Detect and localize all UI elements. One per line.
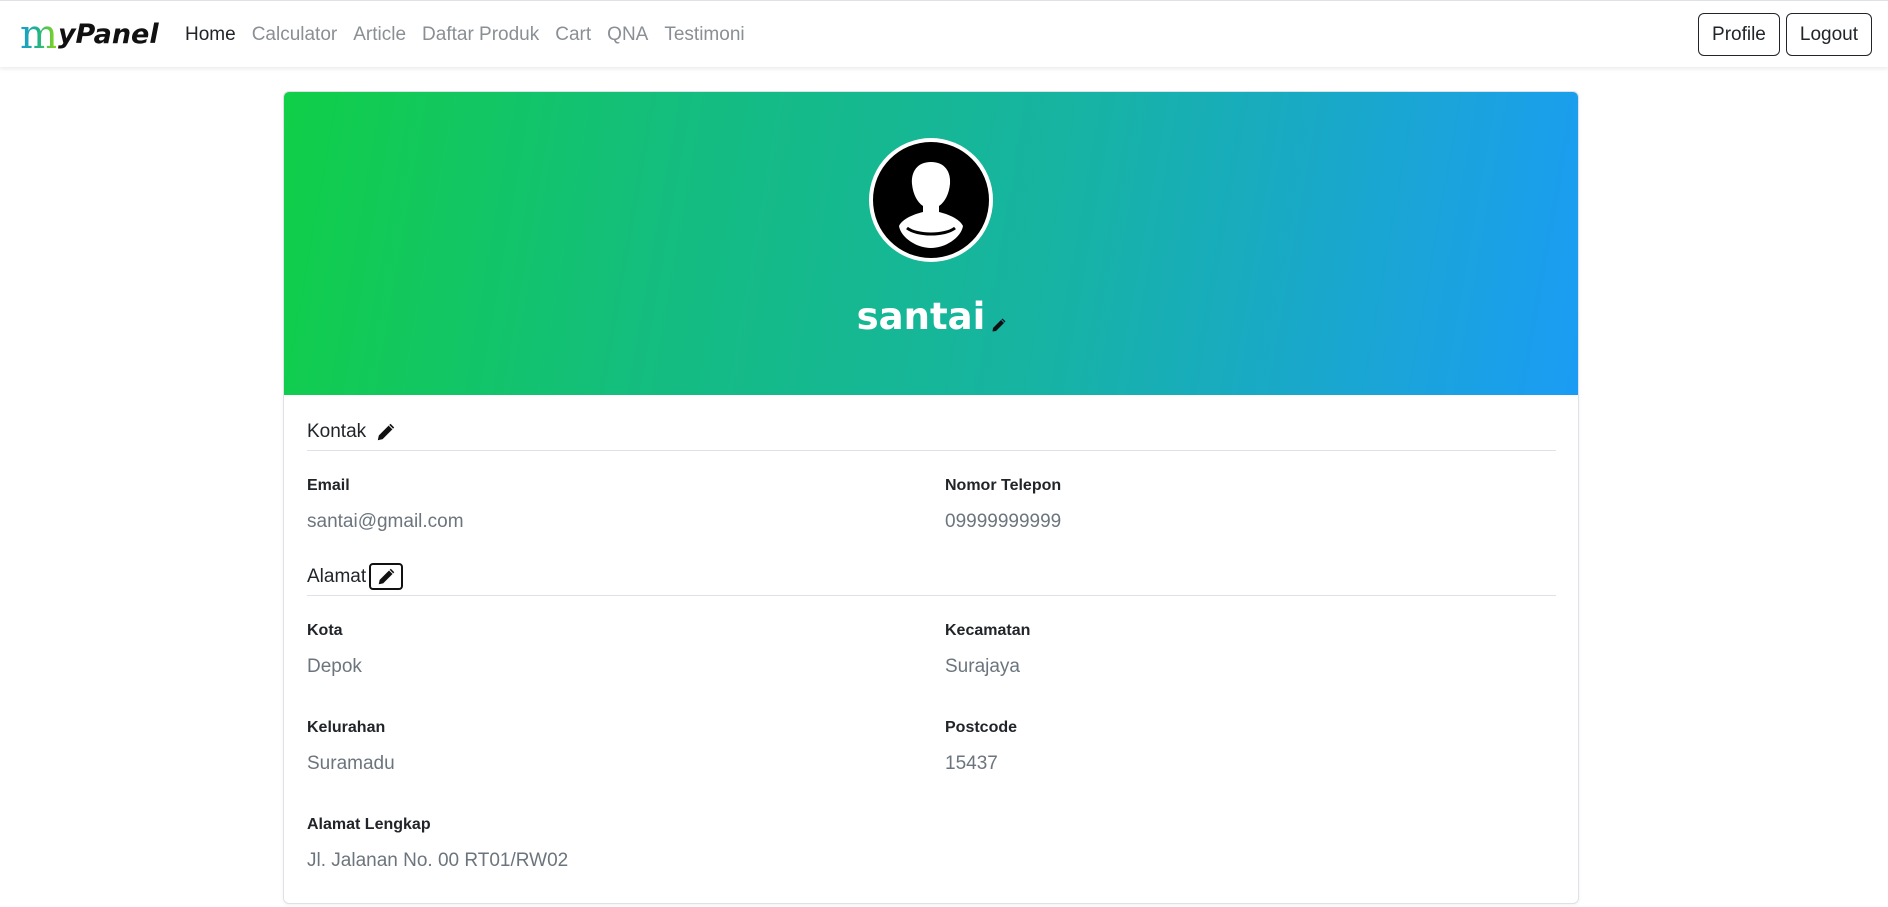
postcode-field: Postcode 15437	[945, 719, 1017, 775]
email-label: Email	[307, 477, 350, 494]
alamat-title: Alamat	[307, 565, 367, 587]
kota-field: Kota Depok	[307, 622, 362, 678]
phone-value: 09999999999	[945, 511, 1062, 532]
nav-link-qna[interactable]: QNA	[599, 24, 656, 46]
brand-logo[interactable]: m yPanel	[20, 15, 159, 55]
kecamatan-value: Surajaya	[945, 656, 1020, 677]
username: santai	[856, 295, 986, 338]
phone-field: Nomor Telepon 09999999999	[945, 477, 1061, 533]
kota-value: Depok	[307, 656, 362, 677]
kontak-title: Kontak	[307, 420, 367, 442]
kontak-section-header: Kontak	[307, 413, 1556, 451]
kecamatan-field: Kecamatan Surajaya	[945, 622, 1030, 678]
pencil-icon[interactable]	[376, 422, 396, 442]
email-field: Email santai@gmail.com	[307, 477, 464, 533]
nav-link-calculator[interactable]: Calculator	[244, 24, 346, 46]
kelurahan-field: Kelurahan Suramadu	[307, 719, 395, 775]
brand-logo-text: yPanel	[57, 19, 159, 50]
nav-link-daftar-produk[interactable]: Daftar Produk	[414, 24, 547, 46]
profile-header: santai	[284, 92, 1578, 395]
navbar: m yPanel Home Calculator Article Daftar …	[0, 0, 1888, 67]
nav-link-cart[interactable]: Cart	[547, 24, 599, 46]
alamat-lengkap-label: Alamat Lengkap	[307, 816, 431, 833]
kota-label: Kota	[307, 622, 343, 639]
kecamatan-label: Kecamatan	[945, 622, 1031, 639]
profile-button[interactable]: Profile	[1698, 13, 1780, 56]
postcode-label: Postcode	[945, 719, 1018, 736]
kelurahan-label: Kelurahan	[307, 719, 386, 736]
nav-link-home[interactable]: Home	[185, 24, 244, 46]
avatar	[869, 138, 993, 262]
nav-actions: Profile Logout	[1698, 13, 1872, 56]
nav-link-testimoni[interactable]: Testimoni	[656, 24, 752, 46]
brand-logo-m: m	[20, 12, 58, 58]
logout-button[interactable]: Logout	[1785, 13, 1872, 56]
nav-links: Home Calculator Article Daftar Produk Ca…	[185, 1, 753, 68]
pencil-icon[interactable]	[991, 317, 1007, 333]
alamat-lengkap-field: Alamat Lengkap Jl. Jalanan No. 00 RT01/R…	[307, 816, 568, 872]
alamat-lengkap-value: Jl. Jalanan No. 00 RT01/RW02	[307, 850, 569, 871]
phone-label: Nomor Telepon	[945, 477, 1062, 494]
user-silhouette-icon	[873, 142, 989, 258]
email-value: santai@gmail.com	[307, 511, 464, 532]
username-row: santai	[284, 295, 1578, 339]
nav-link-article[interactable]: Article	[345, 24, 414, 46]
alamat-section-header: Alamat	[307, 558, 1556, 596]
kelurahan-value: Suramadu	[307, 753, 395, 774]
pencil-icon[interactable]	[369, 563, 404, 590]
postcode-value: 15437	[945, 753, 998, 774]
profile-card: santai Kontak Email santai@gmail.com Nom…	[283, 91, 1579, 904]
